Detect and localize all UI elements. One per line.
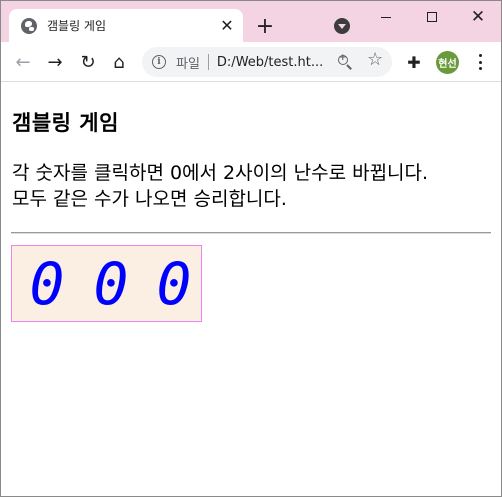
tab-strip: 갬블링 게임 ✕ + ✕ — [1, 1, 501, 42]
digit-3[interactable]: 0 — [151, 252, 197, 316]
new-tab-button[interactable]: + — [253, 15, 277, 39]
globe-icon — [21, 17, 37, 34]
address-bar[interactable]: i 파일 D:/Web/test.ht... ☆ — [142, 47, 392, 77]
minimize-button[interactable] — [363, 1, 409, 33]
address-url[interactable]: D:/Web/test.ht... — [217, 55, 329, 70]
more-menu-icon[interactable] — [471, 52, 489, 72]
close-window-button[interactable]: ✕ — [455, 1, 501, 33]
description-line-1: 각 숫자를 클릭하면 0에서 2사이의 난수로 바뀝니다. — [12, 162, 429, 184]
digit-2[interactable]: 0 — [88, 252, 134, 316]
maximize-icon — [427, 12, 437, 22]
page-title: 갬블링 게임 — [12, 111, 119, 135]
zoom-handle — [346, 64, 352, 70]
home-button[interactable]: ⌂ — [105, 48, 133, 76]
description-line-2: 모두 같은 수가 나오면 승리합니다. — [12, 188, 287, 210]
forward-button[interactable]: → — [41, 48, 69, 76]
tab-title: 갬블링 게임 — [47, 19, 107, 33]
profile-avatar[interactable]: 현선 — [436, 51, 459, 74]
close-icon: ✕ — [470, 6, 486, 27]
zoom-lens — [338, 53, 348, 65]
info-icon[interactable]: i — [152, 55, 166, 69]
maximize-button[interactable] — [409, 1, 455, 33]
page-content: 갬블링 게임 각 숫자를 클릭하면 0에서 2사이의 난수로 바뀝니다. 모두 … — [1, 83, 501, 496]
browser-toolbar: ← → ↻ ⌂ i 파일 D:/Web/test.ht... ☆ ✚ 현선 — [1, 42, 501, 82]
digit-1[interactable]: 0 — [24, 252, 70, 316]
address-scheme-label: 파일 — [176, 56, 200, 72]
horizontal-rule — [11, 232, 491, 234]
extensions-puzzle-icon[interactable]: ✚ — [405, 53, 423, 72]
gambling-box: 0 0 0 — [11, 245, 202, 322]
tab-close-icon[interactable]: ✕ — [217, 16, 237, 36]
menu-dot — [478, 60, 482, 64]
zoom-icon[interactable] — [337, 53, 353, 70]
tab-active[interactable]: 갬블링 게임 ✕ — [9, 9, 243, 42]
tab-search-icon[interactable] — [334, 18, 350, 34]
address-divider — [207, 54, 209, 70]
minimize-icon — [381, 16, 391, 18]
bookmark-star-icon[interactable]: ☆ — [367, 51, 383, 69]
menu-dot — [478, 67, 482, 70]
description: 각 숫자를 클릭하면 0에서 2사이의 난수로 바뀝니다. 모두 같은 수가 나… — [12, 160, 497, 212]
menu-dot — [478, 54, 482, 57]
reload-button[interactable]: ↻ — [74, 48, 102, 76]
back-button[interactable]: ← — [9, 48, 37, 76]
browser-window: 갬블링 게임 ✕ + ✕ ← → ↻ ⌂ i 파일 D:/Web/test.ht… — [0, 0, 502, 497]
